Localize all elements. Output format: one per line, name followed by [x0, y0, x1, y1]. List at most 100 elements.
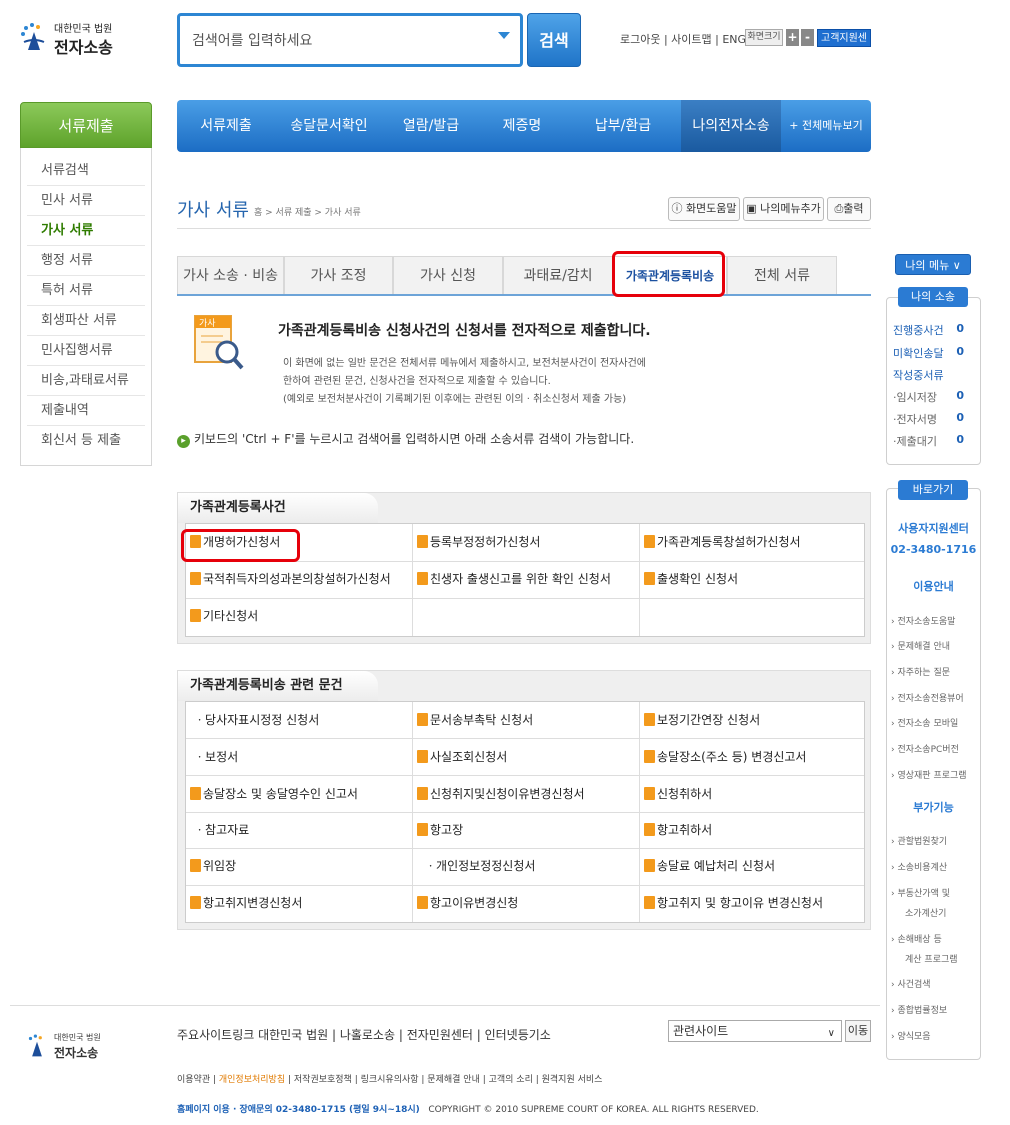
- my-case-item[interactable]: 작성중서류: [893, 367, 968, 383]
- extra-link[interactable]: › 사건검색: [891, 977, 931, 990]
- doc-link-label: 친생자 출생신고를 위한 확인 신청서: [430, 572, 611, 586]
- left-nav-item[interactable]: 비송,과태료서류: [27, 366, 145, 396]
- document-icon: [417, 572, 428, 585]
- guide-link[interactable]: › 영상재판 프로그램: [891, 768, 967, 781]
- print-button[interactable]: ⎙출력: [827, 197, 871, 221]
- tab-item[interactable]: 가사 신청: [393, 256, 503, 294]
- doc-link[interactable]: 국적취득자의성과본의창설허가신청서: [186, 570, 391, 588]
- doc-link[interactable]: 가족관계등록창설허가신청서: [640, 533, 801, 551]
- my-menu-button[interactable]: 나의 메뉴 ∨: [895, 254, 971, 275]
- font-decrease-button[interactable]: -: [801, 29, 814, 46]
- info-circle-icon: ▸: [177, 435, 190, 448]
- guide-link[interactable]: › 자주하는 질문: [891, 665, 950, 678]
- doc-link[interactable]: ㆍ당사자표시정정 신청서: [190, 711, 319, 729]
- extra-link[interactable]: 소가계산기: [905, 906, 946, 919]
- document-icon: [417, 535, 428, 548]
- search-button[interactable]: 검색: [527, 13, 581, 67]
- doc-link[interactable]: 항고취지 및 항고이유 변경신청서: [640, 894, 823, 912]
- doc-link[interactable]: 항고장: [413, 821, 463, 839]
- left-nav-item-active[interactable]: 가사 서류: [27, 216, 145, 246]
- doc-link-label: 기타신청서: [203, 609, 259, 623]
- extra-link[interactable]: › 소송비용계산: [891, 860, 947, 873]
- help-icon: ⓘ: [671, 202, 686, 215]
- court-logo[interactable]: 대한민국 법원 전자소송: [18, 14, 128, 64]
- all-menu-button[interactable]: + 전체메뉴보기: [781, 100, 871, 152]
- doc-link[interactable]: 출생확인 신청서: [640, 570, 738, 588]
- gnav-item[interactable]: 납부/환급: [565, 100, 681, 152]
- doc-link[interactable]: 신청취하서: [640, 785, 712, 803]
- logo-subtitle: 대한민국 법원: [54, 24, 113, 35]
- gnav-item[interactable]: 서류제출: [177, 100, 275, 152]
- support-label[interactable]: 사용자지원센터: [886, 520, 981, 536]
- doc-link[interactable]: ㆍ참고자료: [190, 821, 249, 839]
- keyboard-tip: ▸ 키보드의 'Ctrl + F'를 누르시고 검색어를 입력하시면 아래 소송서…: [177, 430, 634, 448]
- tab-item[interactable]: 전체 서류: [727, 256, 837, 294]
- font-increase-button[interactable]: +: [786, 29, 799, 46]
- tab-item[interactable]: 가사 조정: [284, 256, 393, 294]
- doc-link[interactable]: 신청취지및신청이유변경신청서: [413, 785, 585, 803]
- intro-line: 한하여 관련된 문건, 신청사건을 전자적으로 제출할 수 있습니다.: [283, 376, 551, 387]
- doc-link[interactable]: 위임장: [186, 857, 236, 875]
- support-center-button[interactable]: 고객지원센터: [817, 29, 871, 62]
- extra-link[interactable]: › 손해배상 등: [891, 932, 942, 945]
- doc-link[interactable]: 송달장소(주소 등) 변경신고서: [640, 748, 806, 766]
- left-nav-title[interactable]: 서류제출: [20, 102, 152, 148]
- doc-link[interactable]: 항고이유변경신청: [413, 894, 518, 912]
- left-nav-item[interactable]: 제출내역: [27, 396, 145, 426]
- guide-link[interactable]: › 전자소송도움말: [891, 614, 955, 627]
- my-case-item[interactable]: ·전자서명 0: [893, 411, 968, 427]
- search-input[interactable]: 검색어를 입력하세요: [177, 13, 523, 67]
- extra-link[interactable]: › 양식모음: [891, 1029, 931, 1042]
- doc-link[interactable]: 항고취지변경신청서: [186, 894, 302, 912]
- left-nav-item[interactable]: 민사집행서류: [27, 336, 145, 366]
- left-nav-item[interactable]: 회생파산 서류: [27, 306, 145, 336]
- my-case-item[interactable]: ·임시저장 0: [893, 389, 968, 405]
- my-case-item[interactable]: 진행중사건 0: [893, 322, 968, 338]
- go-button[interactable]: 이동: [845, 1020, 871, 1042]
- my-case-item[interactable]: 미확인송달 0: [893, 345, 968, 361]
- guide-link[interactable]: › 전자소송전용뷰어: [891, 691, 964, 704]
- my-case-count: 0: [956, 389, 964, 402]
- doc-link[interactable]: 사실조회신청서: [413, 748, 507, 766]
- my-case-item[interactable]: ·제출대기 0: [893, 433, 968, 449]
- add-mymenu-button[interactable]: ▣ 나의메뉴추가: [743, 197, 824, 221]
- extra-link[interactable]: › 부동산가액 및: [891, 886, 950, 899]
- guide-link[interactable]: › 문제해결 안내: [891, 639, 950, 652]
- privacy-policy-link[interactable]: 개인정보처리방침: [219, 1075, 285, 1085]
- left-nav-item[interactable]: 회신서 등 제출: [27, 426, 145, 456]
- doc-link[interactable]: 보정기간연장 신청서: [640, 711, 760, 729]
- doc-link[interactable]: ㆍ보정서: [190, 748, 238, 766]
- left-nav-item[interactable]: 행정 서류: [27, 246, 145, 276]
- doc-link[interactable]: 등록부정정허가신청서: [413, 533, 540, 551]
- tab-item[interactable]: 가사 소송 · 비송: [177, 256, 284, 294]
- help-button[interactable]: ⓘ 화면도움말: [668, 197, 740, 221]
- document-icon: [190, 787, 201, 800]
- doc-link[interactable]: ㆍ개인정보정정신청서: [421, 857, 535, 875]
- left-nav-item[interactable]: 서류검색: [27, 156, 145, 186]
- extra-link[interactable]: › 종합법률정보: [891, 1003, 947, 1016]
- extra-link[interactable]: › 관할법원찾기: [891, 834, 947, 847]
- doc-link[interactable]: 송달장소 및 송달영수인 신고서: [186, 785, 358, 803]
- print-icon: ⎙: [834, 202, 844, 215]
- related-sites-select[interactable]: 관련사이트 ∨: [668, 1020, 842, 1042]
- my-case-label: ·임시저장: [893, 391, 937, 404]
- guide-link[interactable]: › 전자소송 모바일: [891, 716, 958, 729]
- footer-links[interactable]: 주요사이트링크 대한민국 법원 | 나홀로소송 | 전자민원센터 | 인터넷등기…: [177, 1026, 551, 1043]
- gnav-item-active[interactable]: 나의전자소송: [681, 100, 781, 152]
- tab-item[interactable]: 과태료/감치: [503, 256, 613, 294]
- guide-link[interactable]: › 전자소송PC버전: [891, 742, 959, 755]
- doc-link[interactable]: 기타신청서: [186, 607, 258, 625]
- doc-link[interactable]: 송달료 예납처리 신청서: [640, 857, 775, 875]
- gnav-item[interactable]: 송달문서확인: [275, 100, 383, 152]
- doc-link[interactable]: 항고취하서: [640, 821, 712, 839]
- doc-link-label: 등록부정정허가신청서: [430, 535, 541, 549]
- footer-policy-links[interactable]: 이용약관 | 개인정보처리방침 | 저작권보호정책 | 링크시유의사항 | 문제…: [177, 1072, 602, 1085]
- doc-link[interactable]: 문서송부촉탁 신청서: [413, 711, 533, 729]
- extra-link[interactable]: 계산 프로그램: [905, 952, 958, 965]
- left-nav-item[interactable]: 민사 서류: [27, 186, 145, 216]
- left-nav-item[interactable]: 특허 서류: [27, 276, 145, 306]
- gnav-item[interactable]: 제증명: [479, 100, 565, 152]
- doc-link[interactable]: 친생자 출생신고를 위한 확인 신청서: [413, 570, 611, 588]
- gnav-item[interactable]: 열람/발급: [383, 100, 479, 152]
- dropdown-arrow-icon[interactable]: [498, 32, 510, 39]
